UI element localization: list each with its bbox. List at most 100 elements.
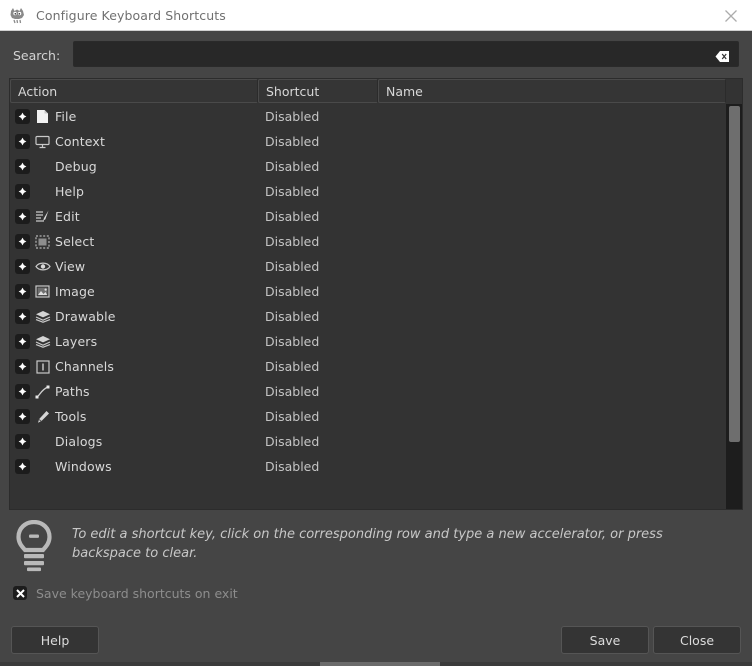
expander-plus-icon[interactable] xyxy=(15,334,30,349)
table-row[interactable]: Layers Disabled xyxy=(10,329,728,354)
row-indent-spacer xyxy=(34,184,51,200)
expander-plus-icon[interactable] xyxy=(15,134,30,149)
expander-plus-icon[interactable] xyxy=(15,159,30,174)
action-cell[interactable]: Windows xyxy=(10,459,259,475)
dialog-button-bar: Help Save Close xyxy=(0,615,752,665)
action-label: Context xyxy=(55,134,105,149)
close-icon[interactable] xyxy=(710,0,752,31)
action-cell[interactable]: Select xyxy=(10,234,259,250)
hint-text: To edit a shortcut key, click on the cor… xyxy=(72,525,712,563)
action-label: Paths xyxy=(55,384,90,399)
action-cell[interactable]: Context xyxy=(10,134,259,150)
table-row[interactable]: SelectDisabled xyxy=(10,229,728,254)
shortcut-cell[interactable]: Disabled xyxy=(259,409,379,424)
table-row[interactable]: Channels Disabled xyxy=(10,354,728,379)
treeview-scrollbar[interactable] xyxy=(726,104,742,510)
shortcut-cell[interactable]: Disabled xyxy=(259,209,379,224)
table-row[interactable]: FileDisabled xyxy=(10,104,728,129)
search-row: Search: xyxy=(0,41,752,69)
shortcut-cell[interactable]: Disabled xyxy=(259,234,379,249)
expander-plus-icon[interactable] xyxy=(15,459,30,474)
action-label: Image xyxy=(55,284,95,299)
paths-icon xyxy=(34,384,51,400)
scrollbar-thumb[interactable] xyxy=(729,106,740,442)
table-row[interactable]: Paths Disabled xyxy=(10,379,728,404)
window-title: Configure Keyboard Shortcuts xyxy=(36,8,226,23)
shortcut-cell[interactable]: Disabled xyxy=(259,309,379,324)
table-row[interactable]: EditDisabled xyxy=(10,204,728,229)
expander-plus-icon[interactable] xyxy=(15,109,30,124)
expander-plus-icon[interactable] xyxy=(15,384,30,399)
action-cell[interactable]: Channels xyxy=(10,359,259,375)
table-row[interactable]: Context Disabled xyxy=(10,129,728,154)
action-cell[interactable]: File xyxy=(10,109,259,125)
action-cell[interactable]: Dialogs xyxy=(10,434,259,450)
action-label: Windows xyxy=(55,459,112,474)
expander-plus-icon[interactable] xyxy=(15,234,30,249)
shortcut-cell[interactable]: Disabled xyxy=(259,259,379,274)
column-header-shortcut[interactable]: Shortcut xyxy=(258,79,378,103)
table-row[interactable]: Windows Disabled xyxy=(10,454,728,479)
context-icon xyxy=(34,134,51,150)
edit-icon xyxy=(34,209,51,225)
action-label: Debug xyxy=(55,159,97,174)
expander-plus-icon[interactable] xyxy=(15,309,30,324)
expander-plus-icon[interactable] xyxy=(15,259,30,274)
table-row[interactable]: Image Disabled xyxy=(10,279,728,304)
action-label: Layers xyxy=(55,334,97,349)
shortcut-cell[interactable]: Disabled xyxy=(259,109,379,124)
shortcut-cell[interactable]: Disabled xyxy=(259,359,379,374)
table-row[interactable]: HelpDisabled xyxy=(10,179,728,204)
expander-plus-icon[interactable] xyxy=(15,209,30,224)
action-cell[interactable]: View xyxy=(10,259,259,275)
wilber-icon xyxy=(9,6,27,24)
expander-plus-icon[interactable] xyxy=(15,434,30,449)
action-cell[interactable]: Image xyxy=(10,284,259,300)
shortcut-cell[interactable]: Disabled xyxy=(259,434,379,449)
table-row[interactable]: Drawable Disabled xyxy=(10,304,728,329)
shortcut-cell[interactable]: Disabled xyxy=(259,334,379,349)
column-header-name[interactable]: Name xyxy=(378,79,726,103)
close-button[interactable]: Close xyxy=(653,626,741,654)
table-row[interactable]: Debug Disabled xyxy=(10,154,728,179)
table-row[interactable]: View Disabled xyxy=(10,254,728,279)
table-row[interactable]: DialogsDisabled xyxy=(10,429,728,454)
search-input[interactable] xyxy=(74,42,714,66)
expander-plus-icon[interactable] xyxy=(15,359,30,374)
shortcut-cell[interactable]: Disabled xyxy=(259,459,379,474)
expander-plus-icon[interactable] xyxy=(15,284,30,299)
shortcut-cell[interactable]: Disabled xyxy=(259,384,379,399)
action-cell[interactable]: Paths xyxy=(10,384,259,400)
x-check-icon[interactable] xyxy=(13,586,27,600)
action-cell[interactable]: Help xyxy=(10,184,259,200)
table-row[interactable]: ToolsDisabled xyxy=(10,404,728,429)
layers-icon xyxy=(34,334,51,350)
action-label: Drawable xyxy=(55,309,116,324)
backspace-clear-icon[interactable] xyxy=(715,48,730,61)
expander-plus-icon[interactable] xyxy=(15,184,30,199)
image-icon xyxy=(34,284,51,300)
action-cell[interactable]: Drawable xyxy=(10,309,259,325)
action-cell[interactable]: Debug xyxy=(10,159,259,175)
column-header-action[interactable]: Action xyxy=(10,79,258,103)
save-button[interactable]: Save xyxy=(561,626,649,654)
help-button[interactable]: Help xyxy=(11,626,99,654)
tools-icon xyxy=(34,409,51,425)
action-cell[interactable]: Tools xyxy=(10,409,259,425)
shortcuts-treeview[interactable]: Action Shortcut Name FileDisabledContext… xyxy=(9,78,743,510)
drawable-icon xyxy=(34,309,51,325)
row-indent-spacer xyxy=(34,434,51,450)
save-on-exit-row[interactable]: Save keyboard shortcuts on exit xyxy=(13,583,238,603)
expander-plus-icon[interactable] xyxy=(15,409,30,424)
shortcut-cell[interactable]: Disabled xyxy=(259,184,379,199)
shortcut-cell[interactable]: Disabled xyxy=(259,284,379,299)
action-cell[interactable]: Layers xyxy=(10,334,259,350)
shortcut-cell[interactable]: Disabled xyxy=(259,134,379,149)
shortcut-cell[interactable]: Disabled xyxy=(259,159,379,174)
action-label: Channels xyxy=(55,359,114,374)
action-cell[interactable]: Edit xyxy=(10,209,259,225)
action-label: View xyxy=(55,259,85,274)
hint-area: To edit a shortcut key, click on the cor… xyxy=(12,518,712,576)
search-field[interactable] xyxy=(73,41,739,67)
row-indent-spacer xyxy=(34,459,51,475)
